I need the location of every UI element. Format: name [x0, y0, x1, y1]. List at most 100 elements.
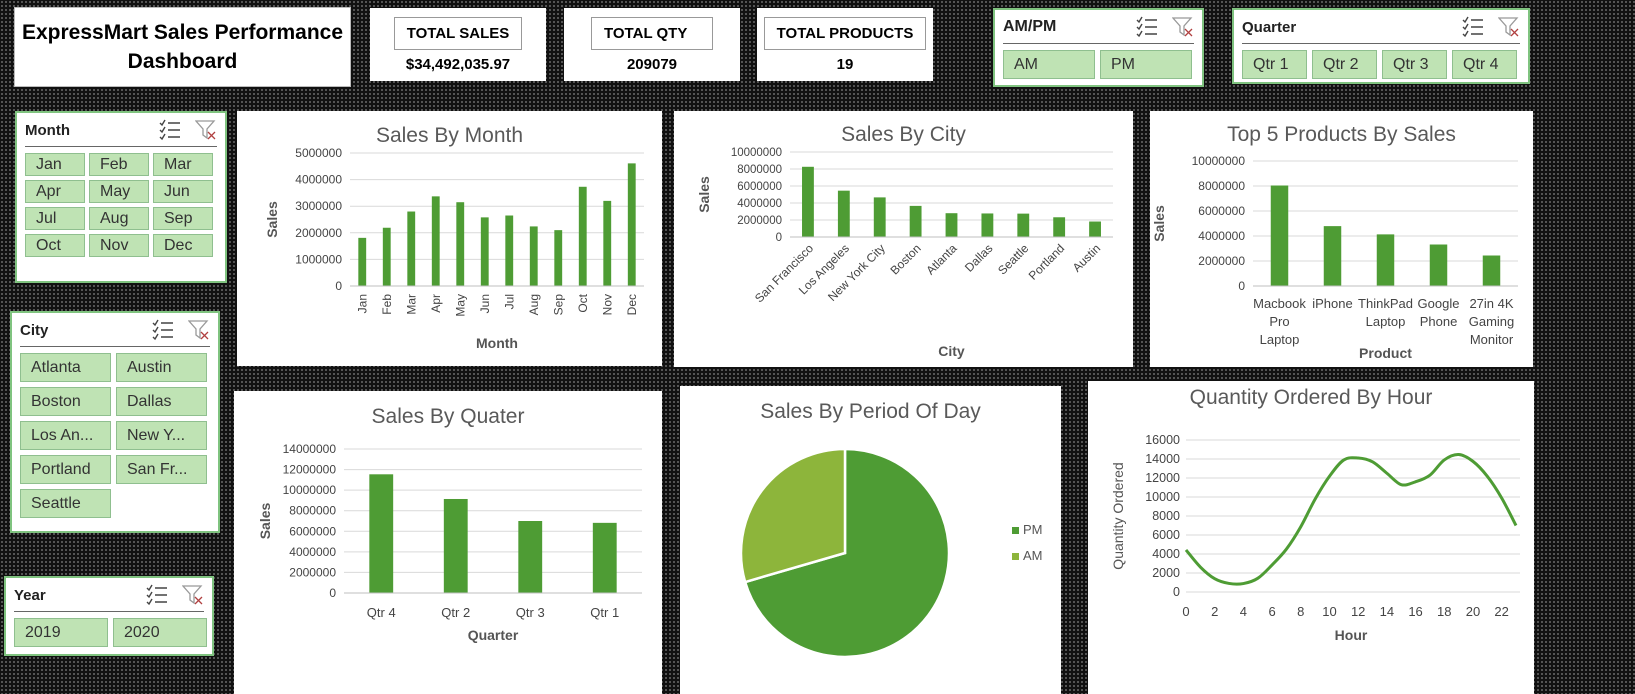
y-tick-label: 10000000: [1192, 154, 1246, 168]
city-option[interactable]: New Y...: [116, 421, 207, 450]
y-tick-label: 8000000: [1198, 179, 1245, 193]
y-axis-title: Sales: [1151, 205, 1167, 242]
kpi-label: TOTAL QTY: [591, 16, 713, 50]
month-option[interactable]: Dec: [153, 234, 213, 257]
multi-select-icon[interactable]: [146, 584, 168, 606]
x-tick-label: Qtr 2: [441, 605, 470, 620]
quarter-option[interactable]: Qtr 2: [1312, 50, 1377, 79]
month-option[interactable]: Jul: [25, 207, 85, 230]
month-slicer: Month Jan Feb Mar Apr May Jun Jul Aug Se…: [15, 111, 227, 283]
month-option[interactable]: Feb: [89, 153, 149, 176]
x-axis-title: Month: [476, 335, 518, 351]
bar: [369, 474, 394, 593]
year-option[interactable]: 2020: [113, 618, 207, 647]
x-tick-label: Portland: [1026, 241, 1068, 283]
y-tick-label: 4000: [1152, 547, 1180, 561]
bar: [1270, 185, 1289, 286]
bar: [529, 226, 538, 286]
month-option[interactable]: Nov: [89, 234, 149, 257]
slicer-title: Year: [14, 586, 46, 604]
month-option[interactable]: Oct: [25, 234, 85, 257]
x-tick-label: Qtr 4: [367, 605, 396, 620]
month-option[interactable]: Sep: [153, 207, 213, 230]
y-axis-title: Sales: [264, 201, 280, 238]
x-tick-label: 0: [1182, 604, 1189, 619]
bar: [358, 237, 367, 286]
x-tick-label: 10: [1322, 604, 1336, 619]
x-tick-label: 20: [1466, 604, 1480, 619]
y-tick-label: 14000000: [283, 442, 337, 456]
legend-label: AM: [1023, 548, 1043, 563]
x-tick-label: 27in 4K Gaming Monitor: [1469, 296, 1515, 347]
month-option[interactable]: Jun: [153, 180, 213, 203]
y-tick-label: 6000000: [1198, 204, 1245, 218]
city-option[interactable]: Austin: [116, 353, 207, 382]
city-option[interactable]: Portland: [20, 455, 111, 484]
x-tick-label: Jun: [478, 294, 492, 313]
month-option[interactable]: Mar: [153, 153, 213, 176]
city-option[interactable]: Seattle: [20, 489, 111, 518]
month-option[interactable]: May: [89, 180, 149, 203]
quarter-option[interactable]: Qtr 3: [1382, 50, 1447, 79]
sales-by-city-plot: 0200000040000006000000800000010000000San…: [696, 147, 1113, 359]
bar: [1482, 255, 1501, 286]
dashboard-title: ExpressMart Sales Performance Dashboard: [14, 7, 351, 87]
y-tick-label: 2000000: [289, 565, 336, 579]
multi-select-icon[interactable]: [1462, 16, 1484, 38]
y-tick-label: 0: [776, 232, 782, 244]
x-tick-label: ThinkPad Laptop: [1358, 296, 1413, 329]
x-tick-label: Sep: [551, 294, 565, 316]
clear-filter-icon[interactable]: [195, 119, 217, 141]
year-option[interactable]: 2019: [14, 618, 108, 647]
y-tick-label: 16000: [1145, 433, 1180, 447]
clear-filter-icon[interactable]: [182, 584, 204, 606]
clear-filter-icon[interactable]: [188, 319, 210, 341]
month-option[interactable]: Aug: [89, 207, 149, 230]
multi-select-icon[interactable]: [1136, 16, 1158, 38]
month-option[interactable]: Jan: [25, 153, 85, 176]
x-tick-label: Dallas: [962, 241, 995, 274]
kpi-label: TOTAL SALES: [393, 16, 523, 50]
y-tick-label: 4000000: [1198, 229, 1245, 243]
quarter-option[interactable]: Qtr 1: [1242, 50, 1307, 79]
ampm-option-pm[interactable]: PM: [1100, 50, 1192, 79]
x-tick-label: 14: [1380, 604, 1394, 619]
x-tick-label: Jul: [502, 294, 516, 309]
clear-filter-icon[interactable]: [1172, 16, 1194, 38]
y-tick-label: 8000: [1152, 509, 1180, 523]
city-slicer: City Atlanta Austin Boston Dallas Los An…: [10, 311, 220, 533]
period-of-day-plot: PM AM: [739, 447, 1043, 659]
y-tick-label: 14000: [1145, 452, 1180, 466]
bar: [382, 227, 391, 286]
x-tick-label: 4: [1240, 604, 1247, 619]
clear-filter-icon[interactable]: [1498, 16, 1520, 38]
kpi-label: TOTAL PRODUCTS: [763, 16, 927, 50]
x-axis-title: Product: [1359, 345, 1412, 361]
y-tick-label: 12000000: [283, 463, 337, 477]
legend-label: PM: [1023, 522, 1043, 537]
x-tick-label: 12: [1351, 604, 1365, 619]
kpi-value: 19: [836, 55, 854, 73]
bar: [873, 197, 886, 237]
kpi-total-sales: TOTAL SALES $34,492,035.97: [370, 8, 546, 81]
quarter-option[interactable]: Qtr 4: [1452, 50, 1517, 79]
city-option[interactable]: Atlanta: [20, 353, 111, 382]
month-option[interactable]: Apr: [25, 180, 85, 203]
slicer-title: AM/PM: [1003, 18, 1057, 35]
multi-select-icon[interactable]: [159, 119, 181, 141]
x-tick-label: iPhone: [1312, 296, 1352, 311]
kpi-value: $34,492,035.97: [405, 55, 511, 73]
city-option[interactable]: Boston: [20, 387, 111, 416]
slicer-title: Quarter: [1242, 18, 1297, 36]
multi-select-icon[interactable]: [152, 319, 174, 341]
x-tick-label: Austin: [1070, 241, 1103, 274]
y-tick-label: 4000000: [289, 545, 336, 559]
city-option[interactable]: San Fr...: [116, 455, 207, 484]
bar: [407, 211, 416, 286]
city-option[interactable]: Dallas: [116, 387, 207, 416]
bar: [592, 522, 617, 593]
x-tick-label: Macbook Pro Laptop: [1253, 296, 1306, 347]
x-tick-label: 22: [1494, 604, 1508, 619]
ampm-option-am[interactable]: AM: [1003, 50, 1095, 79]
city-option[interactable]: Los An...: [20, 421, 111, 450]
